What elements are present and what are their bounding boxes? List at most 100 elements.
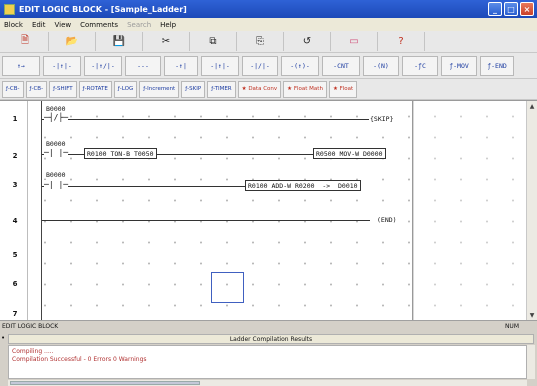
rung-wire <box>42 119 370 120</box>
menu-comments[interactable]: Comments <box>80 21 118 29</box>
function-toolbar: ƒ-CB-ƒ-CB-ƒ-SHIFT ƒ-ROTATE ƒ-LOG ƒ-Incremen… <box>0 79 537 100</box>
function-button[interactable]: ƒ-ROTATE <box>78 80 112 98</box>
contact-address: B0000 <box>46 105 66 113</box>
ladder-grid[interactable]: 1 2 3 4 5 6 7 B0000 ─┤/├─ {SKIP} B0000 ─… <box>0 101 415 321</box>
ladder-element-button[interactable]: -(↑)- <box>281 55 319 76</box>
delete-icon: ▭ <box>349 36 359 47</box>
log-line: Compiling ..... <box>12 348 54 355</box>
skip-coil[interactable]: {SKIP} <box>369 115 395 123</box>
help-icon: ? <box>398 36 404 47</box>
function-button[interactable]: ƒ-LOG <box>113 80 138 98</box>
new-file-icon: 🗎 <box>20 35 30 46</box>
ladder-element-button[interactable]: -|↑/|- <box>84 55 122 76</box>
status-text: EDIT LOGIC BLOCK <box>2 323 59 330</box>
contact-address: B0000 <box>46 171 66 179</box>
save-disk-icon: 💾 <box>112 36 126 47</box>
row-number: 6 <box>12 280 18 288</box>
window-title: EDIT LOGIC BLOCK - [Sample_Ladder] <box>19 4 187 14</box>
paste-icon: ⎘ <box>256 36 264 47</box>
help-button[interactable]: ? <box>378 32 425 51</box>
ladder-element-button[interactable]: ƒ-MOV <box>441 55 477 76</box>
title-bar: EDIT LOGIC BLOCK - [Sample_Ladder] _ □ × <box>0 0 537 18</box>
no-contact[interactable]: ─| |─ <box>44 148 69 157</box>
standard-toolbar: 🗎 📂 💾 ✂ ⧉ ⎘ ↺ ▭? <box>0 31 537 53</box>
minimize-icon[interactable]: _ <box>488 2 502 16</box>
left-power-rail <box>41 101 42 321</box>
save-disk-button[interactable]: 💾 <box>96 32 143 51</box>
maximize-icon[interactable]: □ <box>504 2 518 16</box>
timer-instruction[interactable]: R0100 TON-B T0050 <box>84 148 157 159</box>
end-coil[interactable]: (END) <box>376 216 398 224</box>
row-number: 7 <box>12 310 18 318</box>
function-button[interactable]: ★ Float Math <box>283 80 327 98</box>
ladder-editor: 1 2 3 4 5 6 7 B0000 ─┤/├─ {SKIP} B0000 ─… <box>0 100 537 321</box>
function-button[interactable]: ƒ-TIMER <box>207 80 236 98</box>
add-instruction[interactable]: R0100 ADD-W R0200 -> D0010 <box>245 180 361 191</box>
results-header: Ladder Compilation Results <box>8 334 534 344</box>
rung-wire <box>42 220 370 221</box>
copy-icon: ⧉ <box>209 36 217 47</box>
menu-search[interactable]: Search <box>127 21 151 29</box>
close-icon[interactable]: × <box>520 2 534 16</box>
contact-address: B0000 <box>46 140 66 148</box>
pin-icon[interactable]: • <box>1 334 5 342</box>
scroll-down-icon[interactable]: ▼ <box>527 310 537 320</box>
undo-icon: ↺ <box>302 36 312 47</box>
ladder-element-button[interactable]: -|/|- <box>242 55 278 76</box>
function-button[interactable]: ƒ-SKIP <box>181 80 206 98</box>
menu-view[interactable]: View <box>55 21 72 29</box>
row-number: 4 <box>12 217 18 225</box>
function-button[interactable]: ★ Data Conv <box>237 80 282 98</box>
status-bar: EDIT LOGIC BLOCK NUM <box>0 320 537 332</box>
ladder-element-button[interactable]: -|↑|- <box>201 55 239 76</box>
app-icon <box>4 3 15 15</box>
function-button[interactable]: ƒ-SHIFT <box>49 80 77 98</box>
scroll-thumb[interactable] <box>10 381 200 385</box>
function-button[interactable]: ƒ-CB- <box>25 80 48 98</box>
menu-help[interactable]: Help <box>160 21 176 29</box>
function-button[interactable]: ƒ-CB- <box>2 80 24 98</box>
results-log: Compiling ..... Compilation Successful -… <box>8 345 527 379</box>
cell-cursor[interactable] <box>211 272 244 303</box>
scroll-up-icon[interactable]: ▲ <box>527 101 537 111</box>
ladder-element-button[interactable]: --- <box>125 55 161 76</box>
ladder-element-button[interactable]: -↑| <box>164 55 198 76</box>
row-number: 5 <box>12 251 18 259</box>
ladder-element-button[interactable]: -(N) <box>363 55 399 76</box>
row-number: 1 <box>12 115 18 123</box>
vertical-scrollbar[interactable]: ▲ ▼ <box>526 101 537 321</box>
menu-block[interactable]: Block <box>4 21 23 29</box>
results-vertical-scrollbar[interactable] <box>527 345 535 379</box>
delete-button[interactable]: ▭ <box>331 32 378 51</box>
open-folder-icon: 📂 <box>65 36 79 47</box>
row-number: 3 <box>12 181 18 189</box>
num-lock-indicator: NUM <box>504 323 519 330</box>
open-folder-button[interactable]: 📂 <box>49 32 96 51</box>
copy-button[interactable]: ⧉ <box>190 32 237 51</box>
compilation-results-panel: • Ladder Compilation Results Compiling .… <box>0 332 537 386</box>
menu-bar: Block Edit View Comments Search Help <box>0 18 537 31</box>
right-power-rail <box>412 101 414 321</box>
cut-button[interactable]: ✂ <box>143 32 190 51</box>
rung-wire <box>42 186 246 187</box>
row-number-gutter: 1 2 3 4 5 6 7 <box>0 101 28 321</box>
nc-contact[interactable]: ─┤/├─ <box>44 113 69 122</box>
paste-button[interactable]: ⎘ <box>237 32 284 51</box>
function-button[interactable]: ★ Float <box>328 80 358 98</box>
menu-edit[interactable]: Edit <box>32 21 46 29</box>
no-contact[interactable]: ─| |─ <box>44 180 69 189</box>
ladder-element-button[interactable]: ƒ-END <box>480 55 514 76</box>
undo-button[interactable]: ↺ <box>284 32 331 51</box>
new-file-button[interactable]: 🗎 <box>2 32 49 51</box>
cut-icon: ✂ <box>161 36 171 47</box>
results-horizontal-scrollbar[interactable] <box>8 380 527 386</box>
ladder-element-button[interactable]: -ƒC <box>402 55 438 76</box>
window-controls: _ □ × <box>488 2 534 16</box>
ladder-element-button[interactable]: -|↑|- <box>43 55 81 76</box>
rung-wire <box>42 154 314 155</box>
row-number: 2 <box>12 152 18 160</box>
function-button[interactable]: ƒ-Increment <box>139 80 180 98</box>
move-instruction[interactable]: R0500 MOV-W D0000 <box>313 148 386 159</box>
ladder-element-button[interactable]: -CNT <box>322 55 360 76</box>
ladder-element-button[interactable]: ↑→ <box>2 55 40 76</box>
